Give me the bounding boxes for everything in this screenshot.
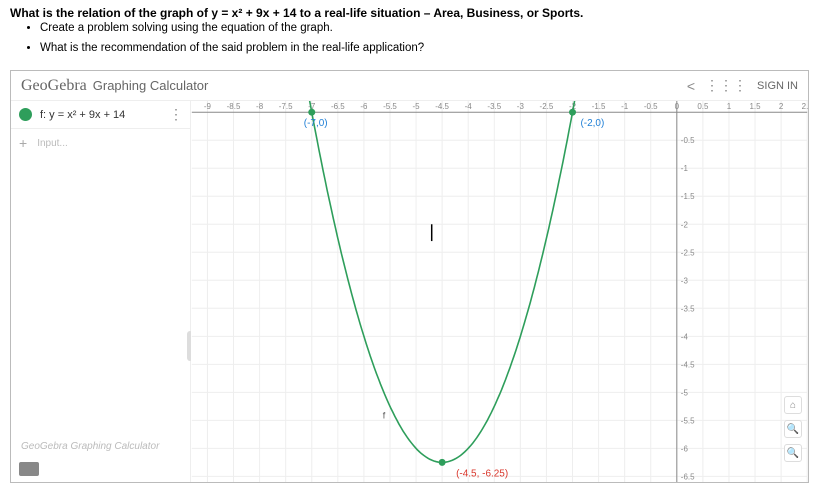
svg-text:-6.5: -6.5 xyxy=(331,102,345,111)
algebra-sidebar: f: y = x² + 9x + 14 ⋮ + Input... xyxy=(11,101,191,482)
svg-text:-2: -2 xyxy=(681,220,689,229)
svg-text:-2.5: -2.5 xyxy=(681,248,695,257)
svg-text:(-7,0): (-7,0) xyxy=(304,118,328,129)
zoom-out-button[interactable]: 🔍 xyxy=(784,444,802,462)
menu-grid-icon[interactable]: ⋮⋮⋮ xyxy=(705,77,747,94)
graph-canvas[interactable]: -9-8.5-8-7.5-7-6.5-6-5.5-5-4.5-4-3.5-3-2… xyxy=(191,101,808,482)
svg-text:-4: -4 xyxy=(681,332,689,341)
svg-text:-3: -3 xyxy=(517,102,525,111)
input-field[interactable]: Input... xyxy=(37,138,68,149)
svg-text:(-2,0): (-2,0) xyxy=(580,118,604,129)
svg-text:-7.5: -7.5 xyxy=(279,102,293,111)
svg-text:(-4.5, -6.25): (-4.5, -6.25) xyxy=(456,468,508,479)
svg-text:-5: -5 xyxy=(413,102,421,111)
svg-text:-3: -3 xyxy=(681,276,689,285)
svg-text:-3.5: -3.5 xyxy=(487,102,501,111)
home-view-button[interactable]: ⌂ xyxy=(784,396,802,414)
geogebra-app: GeoGebra Graphing Calculator < ⋮⋮⋮ SIGN … xyxy=(10,70,809,483)
svg-text:-4.5: -4.5 xyxy=(435,102,449,111)
add-icon: + xyxy=(19,135,27,151)
svg-text:-0.5: -0.5 xyxy=(681,136,695,145)
svg-text:-6: -6 xyxy=(360,102,368,111)
signin-button[interactable]: SIGN IN xyxy=(757,80,798,92)
function-visibility-toggle[interactable] xyxy=(19,108,32,121)
svg-text:-8: -8 xyxy=(256,102,264,111)
svg-text:-1: -1 xyxy=(621,102,629,111)
input-row[interactable]: + Input... xyxy=(11,129,190,157)
svg-text:-0.5: -0.5 xyxy=(644,102,658,111)
svg-text:-5.5: -5.5 xyxy=(383,102,397,111)
share-icon[interactable]: < xyxy=(687,78,695,94)
svg-text:-4: -4 xyxy=(465,102,473,111)
svg-text:1: 1 xyxy=(727,102,732,111)
zoom-in-button[interactable]: 🔍 xyxy=(784,420,802,438)
svg-text:-6: -6 xyxy=(681,444,689,453)
svg-text:-5: -5 xyxy=(681,388,689,397)
question-title: What is the relation of the graph of y =… xyxy=(10,6,809,20)
bullet-1: Create a problem solving using the equat… xyxy=(40,22,809,34)
app-subtitle: Graphing Calculator xyxy=(93,78,209,93)
graph-svg: -9-8.5-8-7.5-7-6.5-6-5.5-5-4.5-4-3.5-3-2… xyxy=(191,101,808,482)
app-header: GeoGebra Graphing Calculator < ⋮⋮⋮ SIGN … xyxy=(11,71,808,101)
svg-text:-6.5: -6.5 xyxy=(681,472,695,481)
svg-text:2: 2 xyxy=(779,102,784,111)
keyboard-toggle-icon[interactable] xyxy=(19,462,39,476)
svg-text:f: f xyxy=(383,410,386,420)
svg-text:-1.5: -1.5 xyxy=(592,102,606,111)
app-brand: GeoGebra xyxy=(21,77,87,95)
svg-text:-3.5: -3.5 xyxy=(681,304,695,313)
sidebar-footer: GeoGebra Graphing Calculator xyxy=(21,441,159,452)
svg-text:0.5: 0.5 xyxy=(697,102,709,111)
bullet-2: What is the recommendation of the said p… xyxy=(40,42,809,54)
function-row[interactable]: f: y = x² + 9x + 14 ⋮ xyxy=(11,101,190,129)
function-label: f: y = x² + 9x + 14 xyxy=(40,109,169,121)
svg-text:-1.5: -1.5 xyxy=(681,192,695,201)
svg-text:-8.5: -8.5 xyxy=(227,102,241,111)
svg-text:-5.5: -5.5 xyxy=(681,416,695,425)
function-menu-icon[interactable]: ⋮ xyxy=(169,106,182,123)
svg-text:-9: -9 xyxy=(204,102,212,111)
svg-text:-4.5: -4.5 xyxy=(681,360,695,369)
svg-text:-1: -1 xyxy=(681,164,689,173)
svg-text:-2.5: -2.5 xyxy=(540,102,554,111)
svg-text:2.5: 2.5 xyxy=(802,102,808,111)
svg-text:1.5: 1.5 xyxy=(750,102,762,111)
